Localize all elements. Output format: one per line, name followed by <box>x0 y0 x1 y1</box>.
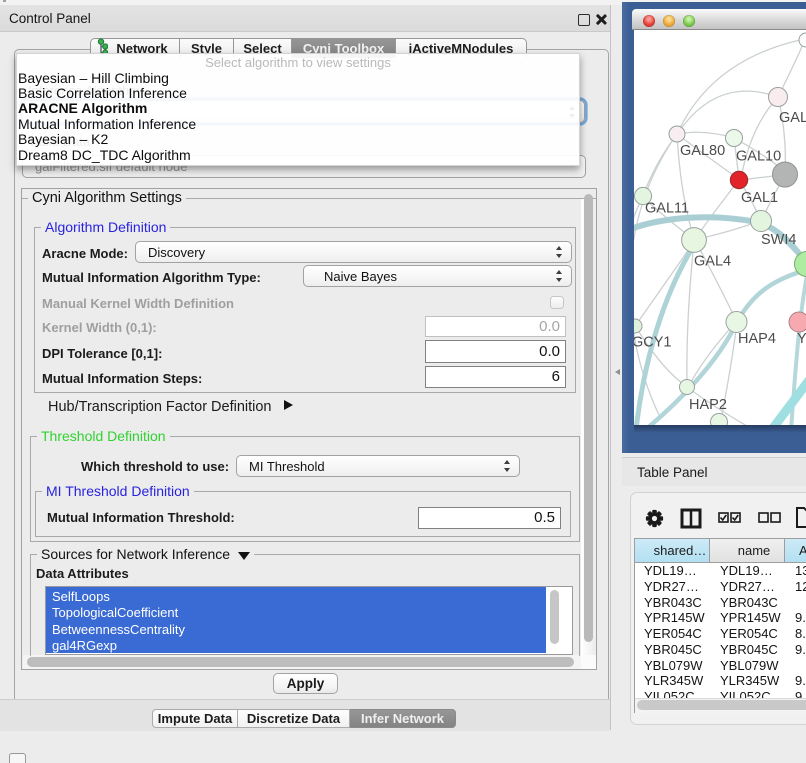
svg-text:SWI4: SWI4 <box>761 232 796 248</box>
svg-text:GCY1: GCY1 <box>634 335 672 351</box>
svg-text:GAL7: GAL7 <box>779 110 806 126</box>
svg-text:GAL11: GAL11 <box>645 201 689 217</box>
svg-text:HAP2: HAP2 <box>689 397 727 413</box>
svg-text:GAL1: GAL1 <box>741 190 778 206</box>
svg-text:GAL4: GAL4 <box>694 254 731 270</box>
svg-text:GAL10: GAL10 <box>736 149 781 165</box>
svg-text:Y: Y <box>797 331 806 347</box>
svg-text:GAL80: GAL80 <box>680 143 725 159</box>
svg-text:HAP4: HAP4 <box>738 331 776 347</box>
